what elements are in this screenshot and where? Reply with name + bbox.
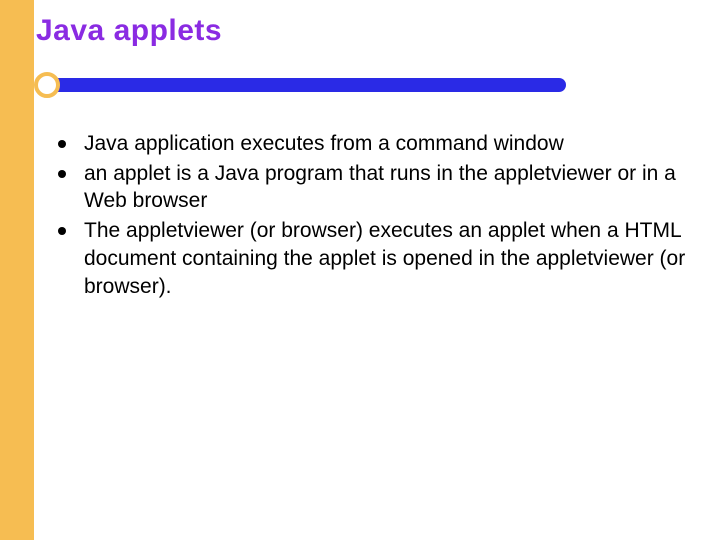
left-accent-bar [0, 0, 34, 540]
slide-title: Java applets [36, 14, 222, 48]
list-item: The appletviewer (or browser) executes a… [50, 217, 690, 300]
list-item: Java application executes from a command… [50, 130, 690, 158]
list-item: an applet is a Java program that runs in… [50, 160, 690, 215]
bullet-list: Java application executes from a command… [50, 130, 690, 300]
underline-bar [36, 78, 566, 92]
title-underline [36, 72, 566, 102]
underline-circle-icon [34, 72, 60, 98]
content-area: Java application executes from a command… [50, 130, 690, 302]
